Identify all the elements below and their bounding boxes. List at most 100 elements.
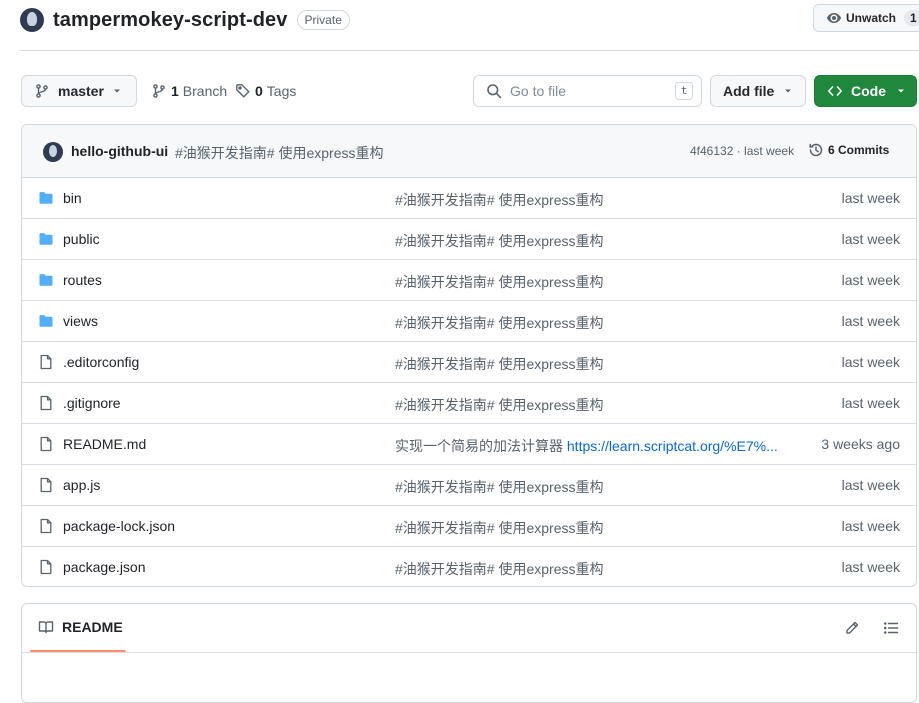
file-commit-message-text: #油猴开发指南# 使用express重构: [395, 520, 604, 536]
branch-name: master: [58, 83, 104, 99]
tag-label: Tags: [266, 83, 297, 99]
file-row[interactable]: package.json #油猴开发指南# 使用express重构 last wee…: [22, 547, 916, 586]
folder-icon: [38, 272, 54, 288]
folder-icon: [38, 231, 54, 247]
file-name[interactable]: package.json: [63, 559, 146, 575]
file-commit-message-text: #油猴开发指南# 使用express重构: [395, 315, 604, 331]
folder-icon: [38, 190, 54, 206]
file-row[interactable]: .gitignore #油猴开发指南# 使用express重构 last week: [22, 383, 916, 424]
file-icon: [38, 354, 54, 370]
file-row[interactable]: README.md 实现一个简易的加法计算器 https://learn.scri…: [22, 424, 916, 465]
file-name[interactable]: public: [63, 231, 100, 247]
code-icon: [827, 83, 843, 99]
book-icon: [38, 619, 54, 635]
repo-name[interactable]: tampermokey-script-dev: [53, 9, 288, 32]
file-commit-message[interactable]: #油猴开发指南# 使用express重构: [395, 395, 603, 415]
branches-link[interactable]: 1 Branch: [151, 75, 227, 107]
keyboard-shortcut-hint: t: [675, 82, 693, 100]
commit-author-avatar[interactable]: [43, 142, 63, 162]
file-name[interactable]: app.js: [63, 477, 100, 493]
folder-icon: [38, 313, 54, 329]
file-commit-message[interactable]: #油猴开发指南# 使用express重构: [395, 313, 603, 333]
header-divider: [20, 50, 919, 51]
readme-tab-label: README: [62, 619, 123, 635]
commit-meta[interactable]: 4f46132 · last week: [690, 144, 794, 158]
file-row[interactable]: .editorconfig #油猴开发指南# 使用express重构 last we…: [22, 342, 916, 383]
file-commit-message-text: #油猴开发指南# 使用express重构: [395, 274, 604, 290]
file-icon: [38, 559, 54, 575]
file-name[interactable]: .editorconfig: [63, 354, 139, 370]
repo-toolbar: master 1 Branch 0 Tags Go to file t Add …: [0, 75, 919, 107]
file-commit-message[interactable]: #油猴开发指南# 使用express重构: [395, 559, 603, 579]
file-commit-message[interactable]: #油猴开发指南# 使用express重构: [395, 272, 603, 292]
file-name[interactable]: bin: [63, 190, 82, 206]
file-name[interactable]: .gitignore: [63, 395, 121, 411]
visibility-badge: Private: [296, 10, 350, 30]
unwatch-button[interactable]: Unwatch 1: [813, 4, 919, 32]
file-row[interactable]: package-lock.json #油猴开发指南# 使用express重构 las…: [22, 506, 916, 547]
file-row[interactable]: views #油猴开发指南# 使用express重构 last week: [22, 301, 916, 342]
watch-count: 1: [904, 10, 919, 26]
file-commit-time: last week: [841, 231, 900, 247]
file-row[interactable]: routes #油猴开发指南# 使用express重构 last week: [22, 260, 916, 301]
caret-down-icon: [783, 86, 793, 96]
file-commit-time: last week: [841, 354, 900, 370]
tag-count: 0: [255, 83, 263, 99]
list-unordered-icon[interactable]: [883, 620, 899, 636]
readme-tab[interactable]: README: [38, 619, 123, 635]
file-icon: [38, 518, 54, 534]
file-commit-time: last week: [841, 518, 900, 534]
file-commit-message[interactable]: #油猴开发指南# 使用express重构: [395, 477, 603, 497]
latest-commit-bar: hello-github-ui #油猴开发指南# 使用express重构 4f4…: [22, 125, 916, 178]
tag-icon: [235, 83, 251, 99]
file-commit-message-text: #油猴开发指南# 使用express重构: [395, 356, 604, 372]
caret-down-icon: [112, 86, 122, 96]
file-commit-message[interactable]: #油猴开发指南# 使用express重构: [395, 231, 603, 251]
file-commit-message-text: #油猴开发指南# 使用express重构: [395, 233, 604, 249]
file-commit-message[interactable]: 实现一个简易的加法计算器 https://learn.scriptcat.org…: [395, 436, 778, 456]
file-name[interactable]: README.md: [63, 436, 146, 452]
file-name[interactable]: routes: [63, 272, 102, 288]
commit-message[interactable]: #油猴开发指南# 使用express重构: [175, 143, 383, 163]
commit-author[interactable]: hello-github-ui: [71, 143, 168, 159]
commits-label: 6 Commits: [828, 143, 890, 157]
go-to-file-placeholder: Go to file: [510, 83, 567, 99]
history-icon: [808, 142, 824, 158]
file-commit-time: last week: [841, 395, 900, 411]
file-commit-time: last week: [841, 272, 900, 288]
file-name[interactable]: views: [63, 313, 98, 329]
file-name[interactable]: package-lock.json: [63, 518, 175, 534]
file-row[interactable]: bin #油猴开发指南# 使用express重构 last week: [22, 178, 916, 219]
file-commit-message[interactable]: #油猴开发指南# 使用express重构: [395, 354, 603, 374]
owner-avatar[interactable]: [20, 8, 44, 32]
repo-header: tampermokey-script-dev Private: [20, 6, 350, 34]
pencil-icon[interactable]: [844, 620, 860, 636]
file-commit-message[interactable]: #油猴开发指南# 使用express重构: [395, 518, 603, 538]
tags-link[interactable]: 0 Tags: [235, 75, 296, 107]
git-branch-icon: [34, 83, 50, 99]
code-button[interactable]: Code: [814, 75, 917, 107]
file-commit-message-text: #油猴开发指南# 使用express重构: [395, 397, 604, 413]
go-to-file-input[interactable]: Go to file t: [473, 75, 702, 107]
commits-history-link[interactable]: 6 Commits: [808, 142, 889, 158]
file-commit-link[interactable]: https://learn.scriptcat.org/%E7%...: [567, 438, 778, 454]
readme-panel: README: [21, 603, 917, 703]
add-file-button[interactable]: Add file: [710, 75, 806, 107]
branch-label: Branch: [182, 83, 228, 99]
file-row[interactable]: app.js #油猴开发指南# 使用express重构 last week: [22, 465, 916, 506]
file-commit-message[interactable]: #油猴开发指南# 使用express重构: [395, 190, 603, 210]
unwatch-label: Unwatch: [846, 11, 897, 25]
branch-count: 1: [171, 83, 179, 99]
file-commit-message-text: #油猴开发指南# 使用express重构: [395, 561, 604, 577]
caret-down-icon: [896, 86, 906, 96]
file-commit-time: last week: [841, 559, 900, 575]
code-label: Code: [851, 83, 886, 99]
branch-select-button[interactable]: master: [21, 75, 137, 107]
file-commit-message-text: #油猴开发指南# 使用express重构: [395, 479, 604, 495]
readme-divider: [22, 652, 916, 653]
file-list: hello-github-ui #油猴开发指南# 使用express重构 4f4…: [21, 124, 917, 587]
file-icon: [38, 436, 54, 452]
file-commit-time: last week: [841, 313, 900, 329]
file-icon: [38, 395, 54, 411]
file-row[interactable]: public #油猴开发指南# 使用express重构 last week: [22, 219, 916, 260]
